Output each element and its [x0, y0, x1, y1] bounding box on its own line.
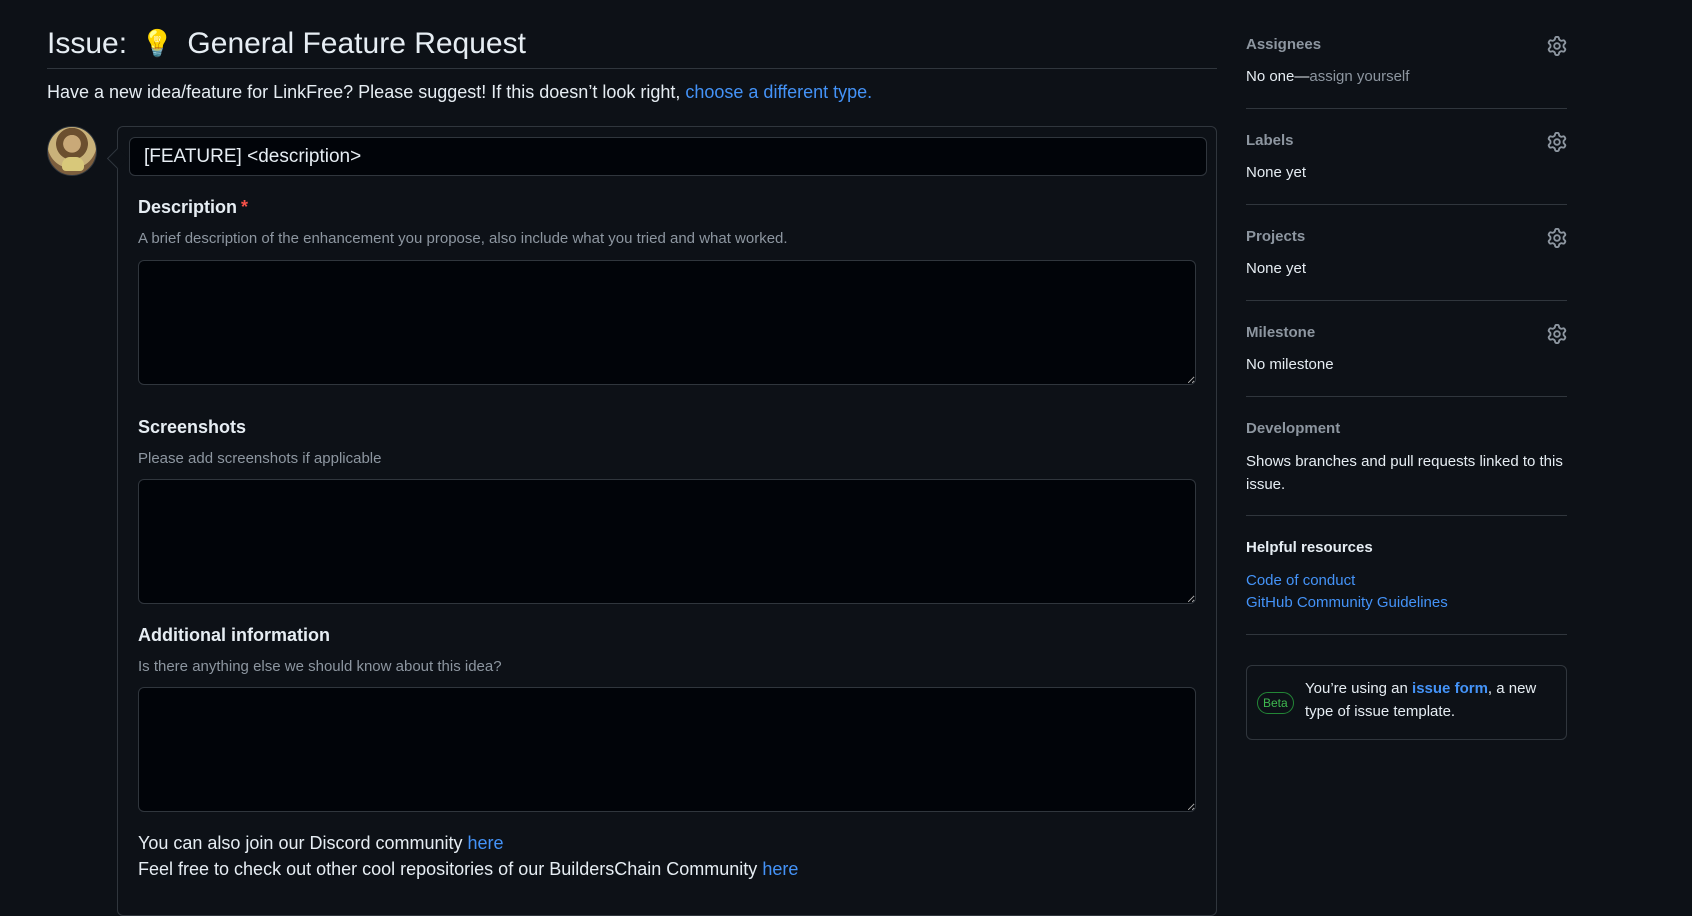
development-value: Shows branches and pull requests linked …: [1246, 453, 1563, 493]
beta-badge: Beta: [1257, 692, 1294, 714]
gear-icon[interactable]: [1547, 36, 1567, 56]
description-help: A brief description of the enhancement y…: [138, 230, 788, 247]
additional-info-help: Is there anything else we should know ab…: [138, 658, 502, 675]
projects-value: None yet: [1246, 260, 1307, 277]
sidebar-milestone: Milestone No milestone: [1246, 324, 1567, 397]
discord-link[interactable]: here: [468, 833, 504, 853]
screenshots-label: Screenshots: [138, 417, 247, 437]
description-field: Description * A brief description of the …: [138, 197, 1196, 385]
choose-different-type-link[interactable]: choose a different type.: [685, 82, 872, 102]
projects-heading: Projects: [1246, 228, 1306, 245]
assignees-heading: Assignees: [1246, 36, 1322, 53]
additional-info-label: Additional information: [138, 625, 330, 645]
description-label: Description *: [138, 197, 249, 217]
sidebar-assignees: Assignees No one—assign yourself: [1246, 36, 1567, 109]
gear-icon[interactable]: [1547, 324, 1567, 344]
code-of-conduct-link[interactable]: Code of conduct: [1246, 572, 1355, 589]
gear-icon[interactable]: [1547, 132, 1567, 152]
sidebar-development: Development Shows branches and pull requ…: [1246, 420, 1567, 516]
development-heading: Development: [1246, 420, 1341, 437]
avatar: [47, 126, 97, 176]
description-textarea[interactable]: [138, 260, 1196, 385]
sidebar-labels: Labels None yet: [1246, 132, 1567, 205]
repos-note: Feel free to check out other cool reposi…: [138, 859, 799, 879]
community-guidelines-link[interactable]: GitHub Community Guidelines: [1246, 594, 1448, 611]
additional-info-field: Additional information Is there anything…: [138, 625, 1196, 812]
page-title: Issue: 💡 General Feature Request: [47, 0, 1217, 69]
lightbulb-icon: 💡: [141, 28, 174, 58]
sidebar-helpful-resources: Helpful resources Code of conduct GitHub…: [1246, 539, 1567, 635]
issue-form-box: Description* A brief description of the …: [117, 126, 1217, 916]
screenshots-textarea[interactable]: [138, 479, 1196, 604]
assign-yourself-link[interactable]: assign yourself: [1309, 68, 1409, 85]
repos-link[interactable]: here: [762, 859, 798, 879]
discord-note: You can also join our Discord community …: [138, 833, 504, 853]
issue-form-link[interactable]: issue form: [1412, 680, 1488, 697]
screenshots-help: Please add screenshots if applicable: [138, 450, 382, 467]
required-mark: *: [241, 197, 249, 217]
milestone-heading: Milestone: [1246, 324, 1316, 341]
issue-title-input[interactable]: [129, 137, 1207, 176]
template-intro: Have a new idea/feature for LinkFree? Pl…: [47, 82, 872, 103]
issue-form-beta-notice: Beta You’re using an issue form, a new t…: [1246, 665, 1567, 740]
assignees-value: No one—assign yourself: [1246, 68, 1410, 85]
issue-form-main: Issue: 💡 General Feature Request Have a …: [47, 0, 1217, 916]
labels-value: None yet: [1246, 164, 1307, 181]
milestone-value: No milestone: [1246, 356, 1334, 373]
additional-info-textarea[interactable]: [138, 687, 1196, 812]
sidebar-projects: Projects None yet: [1246, 228, 1567, 301]
screenshots-field: Screenshots Please add screenshots if ap…: [138, 417, 1196, 604]
title-prefix: Issue:: [47, 26, 128, 60]
helpful-resources-heading: Helpful resources: [1246, 539, 1373, 556]
intro-text: Have a new idea/feature for LinkFree? Pl…: [47, 82, 681, 102]
labels-heading: Labels: [1246, 132, 1294, 149]
beta-text: You’re using an issue form, a new type o…: [1305, 680, 1537, 720]
gear-icon[interactable]: [1547, 228, 1567, 248]
template-name: General Feature Request: [187, 26, 526, 60]
